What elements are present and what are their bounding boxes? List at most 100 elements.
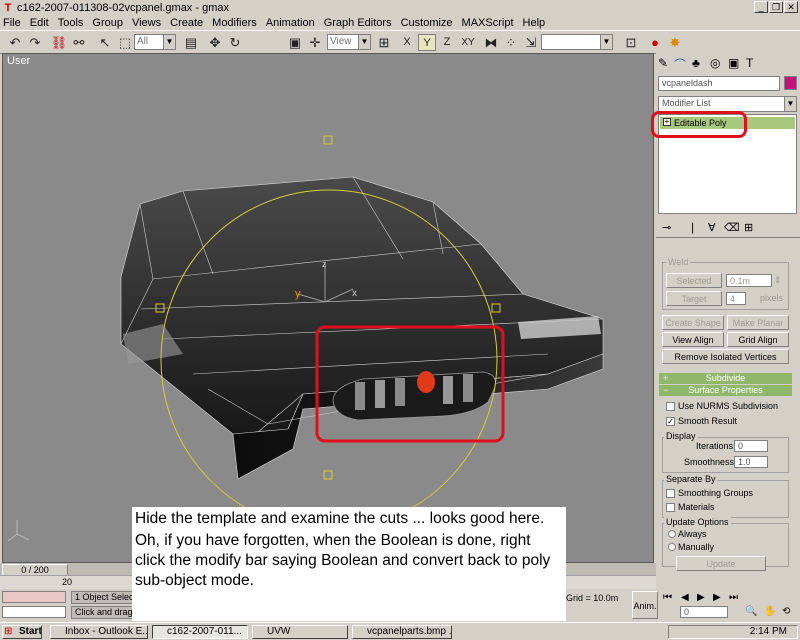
task-vcpanelparts[interactable]: vcpanelparts.bmp ... — [352, 625, 452, 639]
task-uvw[interactable]: UVW — [252, 625, 348, 639]
redo-icon[interactable]: ↷ — [26, 34, 44, 51]
maxscript-listener-white[interactable] — [2, 606, 66, 618]
object-name-field[interactable]: vcpanel​dash — [658, 76, 780, 91]
display-label: Display — [664, 431, 698, 441]
go-to-start-icon[interactable]: ⏮ — [663, 592, 672, 603]
gmax-app-icon[interactable]: T — [2, 2, 14, 14]
restore-button[interactable]: ❐ — [769, 1, 783, 13]
pin-stack-icon[interactable]: ⊸ — [662, 221, 671, 234]
manually-radio[interactable] — [668, 543, 676, 551]
menu-tools[interactable]: Tools — [58, 17, 84, 29]
create-tab-icon[interactable]: ✎ — [658, 56, 668, 70]
subdivide-rollout-header[interactable]: + Subdivide — [659, 373, 792, 384]
mirror-icon[interactable]: ⧓ — [482, 34, 500, 51]
weld-threshold-field[interactable]: 0.1m — [726, 274, 772, 287]
modifier-list-dropdown[interactable]: Modifier List ▼ — [658, 96, 797, 112]
named-selection-dropdown[interactable]: ▼ — [541, 34, 613, 50]
vent-slat — [355, 382, 365, 410]
select-by-name-icon[interactable]: ▤ — [182, 34, 200, 51]
go-to-end-icon[interactable]: ⏭ — [729, 592, 738, 603]
materials-checkbox[interactable] — [666, 503, 675, 512]
make-unique-icon[interactable]: ∀ — [708, 221, 716, 234]
menu-edit[interactable]: Edit — [30, 17, 49, 29]
select-region-icon[interactable]: ⬚ — [116, 34, 134, 51]
smoothing-groups-checkbox[interactable] — [666, 489, 675, 498]
array-icon[interactable]: ⁘ — [502, 34, 520, 51]
maxscript-listener-pink[interactable] — [2, 591, 66, 603]
menu-customize[interactable]: Customize — [401, 17, 453, 29]
configure-modifier-sets-icon[interactable]: ⊞ — [744, 221, 753, 234]
display-tab-icon[interactable]: ▣ — [728, 56, 739, 70]
minimize-button[interactable]: _ — [754, 1, 768, 13]
use-nurms-checkbox[interactable] — [666, 402, 675, 411]
snap-icon[interactable]: ✛ — [306, 34, 324, 51]
previous-frame-icon[interactable]: ◀ — [681, 592, 689, 603]
user-viewport[interactable]: User y x z — [2, 53, 654, 563]
weld-selected-button[interactable]: Selected — [666, 273, 722, 288]
next-frame-icon[interactable]: ▶ — [713, 592, 721, 603]
orbit-icon[interactable]: ⟲ — [782, 606, 790, 617]
remove-modifier-icon[interactable]: ⌫ — [724, 221, 740, 234]
play-icon[interactable]: ▶ — [697, 592, 705, 603]
menu-graph-editors[interactable]: Graph Editors — [324, 17, 392, 29]
iterations-field[interactable]: 0 — [734, 440, 768, 452]
close-button[interactable]: ✕ — [784, 1, 798, 13]
axis-z-button[interactable]: Z — [438, 34, 456, 51]
render-icon[interactable]: ✸ — [666, 34, 684, 51]
axis-label-z: z — [322, 259, 327, 269]
animate-toggle-button[interactable]: Anim. — [632, 591, 658, 619]
view-align-button[interactable]: View Align — [662, 332, 724, 347]
select-arrow-icon[interactable]: ↖ — [96, 34, 114, 51]
update-button[interactable]: Update — [676, 556, 766, 571]
pixels-label: pixels — [760, 293, 784, 303]
hierarchy-tab-icon[interactable]: ♣ — [692, 56, 700, 70]
menu-create[interactable]: Create — [170, 17, 203, 29]
axis-xy-button[interactable]: XY — [458, 34, 478, 51]
menu-file[interactable]: File — [3, 17, 21, 29]
menu-animation[interactable]: Animation — [266, 17, 315, 29]
vent-slat — [463, 374, 473, 402]
menu-maxscript[interactable]: MAXScript — [462, 17, 514, 29]
smoothness-field[interactable]: 1.0 — [734, 456, 768, 468]
smooth-result-checkbox[interactable]: ✓ — [666, 417, 675, 426]
rotate-icon[interactable]: ↻ — [226, 34, 244, 51]
pan-icon[interactable]: ✋ — [764, 606, 776, 617]
menu-help[interactable]: Help — [523, 17, 546, 29]
axis-y-button[interactable]: Y — [418, 34, 436, 51]
scale-icon[interactable]: ▣ — [286, 34, 304, 51]
unlink-icon[interactable]: ⚯ — [70, 34, 88, 51]
schematic-icon[interactable]: ⊡ — [622, 34, 640, 51]
material-editor-icon[interactable]: ● — [646, 34, 664, 51]
undo-icon[interactable]: ↶ — [6, 34, 24, 51]
menu-modifiers[interactable]: Modifiers — [212, 17, 257, 29]
motion-tab-icon[interactable]: ◎ — [710, 56, 720, 70]
grid-align-button[interactable]: Grid Align — [727, 332, 789, 347]
remove-isolated-vertices-button[interactable]: Remove Isolated Vertices — [662, 349, 789, 364]
menu-views[interactable]: Views — [132, 17, 161, 29]
task-outlook[interactable]: Inbox - Outlook E... — [50, 625, 148, 639]
link-icon[interactable]: ⛓ — [50, 34, 68, 51]
create-shape-button[interactable]: Create Shape — [662, 315, 724, 330]
weld-target-button[interactable]: Target — [666, 291, 722, 306]
spinner-icon[interactable]: ⇕ — [774, 275, 782, 286]
current-frame-field[interactable]: 0 — [680, 606, 728, 618]
align-icon[interactable]: ⇲ — [522, 34, 540, 51]
utilities-tab-icon[interactable]: T — [746, 56, 753, 70]
zoom-icon[interactable]: 🔍 — [745, 606, 757, 617]
weld-target-pixels-field[interactable]: 4 — [726, 292, 746, 305]
pivot-center-icon[interactable]: ⊞ — [375, 34, 393, 51]
reference-coordinate-dropdown[interactable]: View ▼ — [327, 34, 371, 50]
always-radio[interactable] — [668, 530, 676, 538]
task-gmax[interactable]: c162-2007-011... — [152, 625, 248, 639]
surface-properties-rollout-header[interactable]: − Surface Properties — [659, 385, 792, 396]
modify-tab-icon[interactable]: ⌒ — [674, 56, 686, 73]
menu-group[interactable]: Group — [92, 17, 123, 29]
object-color-swatch[interactable] — [784, 76, 797, 90]
make-planar-button[interactable]: Make Planar — [727, 315, 789, 330]
iterations-label: Iterations: — [696, 441, 736, 451]
axis-x-button[interactable]: X — [398, 34, 416, 51]
move-icon[interactable]: ✥ — [206, 34, 224, 51]
selection-filter-dropdown[interactable]: All ▼ — [134, 34, 176, 50]
vent-slat — [443, 376, 453, 404]
show-end-result-icon[interactable]: ❘ — [688, 221, 697, 234]
